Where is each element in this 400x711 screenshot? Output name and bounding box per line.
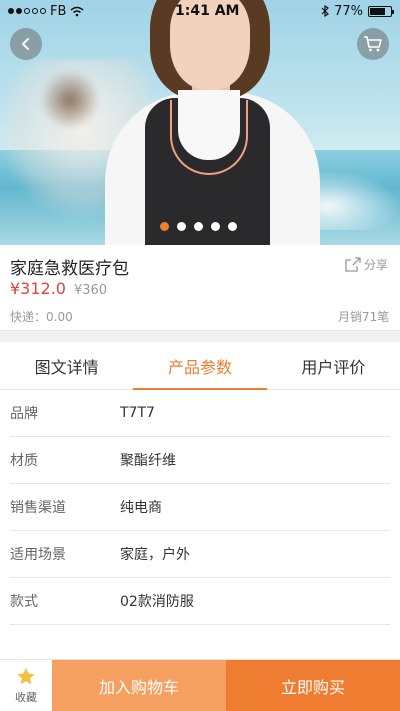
- wifi-icon: [70, 6, 84, 16]
- spec-value: 聚酯纤维: [120, 453, 176, 469]
- back-arrow-icon: [22, 38, 29, 50]
- clock: 1:41 AM: [175, 3, 240, 19]
- carousel-dot[interactable]: [194, 222, 203, 231]
- shipping-fee: 快递：0.00: [10, 310, 73, 324]
- spec-table: 品牌 T7T7 材质 聚酯纤维 销售渠道 纯电商 适用场景 家庭，户外 款式 0…: [0, 390, 400, 625]
- spec-key: 材质: [10, 453, 38, 469]
- back-button[interactable]: [10, 28, 42, 60]
- tab-detail[interactable]: 图文详情: [0, 342, 133, 389]
- tab-specs[interactable]: 产品参数: [133, 342, 267, 390]
- current-price: ¥312.0: [10, 279, 66, 298]
- tab-reviews[interactable]: 用户评价: [267, 342, 400, 389]
- product-title: 家庭急救医疗包: [10, 259, 129, 279]
- cart-button[interactable]: [357, 28, 389, 60]
- spec-value: 纯电商: [120, 500, 162, 516]
- spec-value: 家庭，户外: [120, 547, 190, 563]
- spec-row: 品牌 T7T7: [10, 390, 390, 437]
- carousel-dot[interactable]: [228, 222, 237, 231]
- carousel-dot[interactable]: [160, 222, 169, 231]
- buy-now-button[interactable]: 立即购买: [226, 660, 400, 711]
- favorite-button[interactable]: 收藏: [0, 660, 52, 711]
- detail-tabs: 图文详情 产品参数 用户评价: [0, 342, 400, 390]
- spec-row: 销售渠道 纯电商: [10, 484, 390, 531]
- spec-row: 款式 02款消防服: [10, 578, 390, 625]
- status-bar: FB 1:41 AM 77%: [0, 0, 400, 22]
- carousel-dot[interactable]: [177, 222, 186, 231]
- monthly-sales: 月销71笔: [338, 310, 390, 324]
- carousel-dot[interactable]: [211, 222, 220, 231]
- favorite-label: 收藏: [15, 690, 37, 704]
- spec-row: 适用场景 家庭，户外: [10, 531, 390, 578]
- carousel-indicator: [160, 222, 237, 231]
- carrier-name: FB: [50, 3, 67, 19]
- cart-icon: [364, 36, 382, 52]
- price-row: ¥312.0 ¥360: [10, 279, 107, 298]
- bluetooth-icon: [321, 5, 330, 17]
- spec-key: 款式: [10, 594, 38, 610]
- signal-strength-icon: [8, 8, 46, 14]
- spec-row: 材质 聚酯纤维: [10, 437, 390, 484]
- original-price: ¥360: [73, 283, 108, 298]
- share-icon: [345, 257, 361, 272]
- battery-percent: 77%: [334, 3, 363, 19]
- star-icon: [17, 667, 35, 684]
- spec-value: 02款消防服: [120, 594, 194, 610]
- share-label: 分享: [364, 258, 389, 272]
- spec-key: 销售渠道: [10, 500, 66, 516]
- add-to-cart-button[interactable]: 加入购物车: [52, 660, 226, 711]
- spec-value: T7T7: [120, 405, 155, 421]
- bottom-action-bar: 收藏 加入购物车 立即购买: [0, 659, 400, 711]
- share-button[interactable]: 分享: [345, 256, 388, 273]
- product-image-carousel[interactable]: [0, 0, 400, 245]
- spec-key: 适用场景: [10, 547, 66, 563]
- battery-icon: [368, 5, 394, 17]
- spec-key: 品牌: [10, 406, 38, 422]
- section-divider: [0, 330, 400, 342]
